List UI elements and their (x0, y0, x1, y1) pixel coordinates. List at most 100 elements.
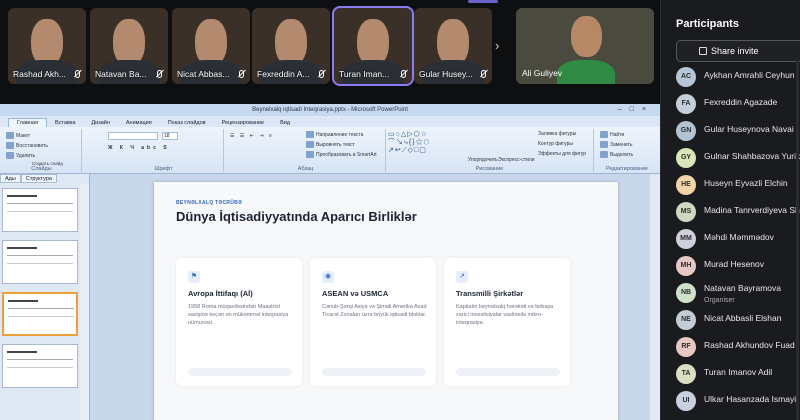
window-controls[interactable]: –□× (618, 104, 654, 116)
slide-title: Dünya İqtisadiyyatında Aparıcı Birliklər (176, 209, 417, 224)
participant-row[interactable]: MH Murad Hesenov (676, 251, 800, 278)
ribbon-find[interactable]: Найти (600, 131, 624, 138)
participant-row[interactable]: MM Məhdi Məmmədov (676, 224, 800, 251)
participant-row[interactable]: MS Madina Tanrverdiyeva Sh (676, 197, 800, 224)
avatar: MS (676, 202, 696, 222)
card-heading: Avropa İttifaqı (Aİ) (188, 289, 253, 298)
participant-row[interactable]: TA Turan Imanov Adil (676, 359, 800, 386)
participant-row[interactable]: HE Huseyn Eyvazli Elchin (676, 170, 800, 197)
tile-name: Natavan Ba... (95, 69, 147, 79)
participant-row[interactable]: UI Ulkar Hasanzada Ismayil (676, 386, 800, 413)
mic-muted-icon (481, 70, 486, 78)
ribbon-replace[interactable]: Заменить (600, 141, 632, 148)
avatar: MM (676, 229, 696, 249)
slide-scrollbar[interactable] (650, 174, 660, 420)
participant-name: Madina Tanrverdiyeva Sh (704, 205, 800, 215)
group-label: Редактирование (606, 166, 648, 172)
ribbon-tab[interactable]: Показ слайдов (160, 119, 214, 127)
mic-muted-icon (401, 70, 406, 78)
participant-name: Aykhan Amrahli Ceyhun (704, 70, 795, 80)
slide-thumbnail[interactable] (2, 240, 78, 284)
paragraph-buttons[interactable]: ☰ ☰ ⇤ ⇥ ≡ (230, 133, 274, 139)
tab-slides[interactable]: Ады (0, 174, 21, 183)
ribbon-select[interactable]: Выделить (600, 151, 633, 158)
ribbon-layout[interactable]: Макет (6, 132, 30, 139)
participant-video (31, 18, 63, 66)
slides-panel-scrollbar[interactable] (80, 184, 89, 420)
participants-list: AC Aykhan Amrahli Ceyhun FA Fexreddin Agaza… (676, 62, 800, 413)
mic-muted-icon (319, 70, 324, 78)
ribbon-tab[interactable]: Вставка (47, 119, 83, 127)
slide-card: ↗ Transmilli Şirkətlər Kapitalın beynəlx… (444, 258, 570, 386)
slide-thumbnail-selected[interactable] (2, 292, 78, 336)
participant-name: Fexreddin Agazade (704, 97, 778, 107)
font-size-select[interactable]: 18 (162, 132, 178, 140)
avatar: MH (676, 256, 696, 276)
slide-thumbnail[interactable] (2, 188, 78, 232)
ribbon-align-text[interactable]: Выровнять текст (306, 141, 355, 148)
participant-name: Turan Imanov Adil (704, 367, 773, 377)
participant-name: Huseyn Eyvazli Elchin (704, 178, 788, 188)
ribbon-shape-effects[interactable]: Эффекты для фигур (538, 151, 586, 157)
participant-name: Gulnar Shahbazova Yurik (704, 151, 800, 161)
slide-thumbnail[interactable] (2, 344, 78, 388)
participant-row[interactable]: GN Gular Huseynova Navai (676, 116, 800, 143)
participant-row[interactable]: AC Aykhan Amrahli Ceyhun (676, 62, 800, 89)
ribbon-tab[interactable]: Дизайн (83, 119, 118, 127)
slide-card: ⚑ Avropa İttifaqı (Aİ) 1958 Roma müqavil… (176, 258, 302, 386)
current-slide[interactable]: BEYNƏLXALQ TƏCRÜBƏ Dünya İqtisadiyyatınd… (154, 182, 618, 420)
participant-video (437, 18, 469, 66)
ribbon-shape-fill[interactable]: Заливка фигуры (538, 131, 576, 137)
video-tile[interactable]: Turan Iman... (332, 6, 414, 86)
participants-scrollbar[interactable] (796, 60, 799, 420)
video-tile[interactable]: Nicat Abbas... (172, 8, 250, 84)
ribbon-tab[interactable]: Главная (8, 118, 47, 127)
participant-row[interactable]: NB Natavan Bayramova Organiser (676, 278, 800, 305)
video-tile[interactable]: Natavan Ba... (90, 8, 168, 84)
participant-name: Məhdi Məmmədov (704, 232, 774, 242)
participant-row[interactable]: GY Gulnar Shahbazova Yurik (676, 143, 800, 170)
chevron-right-icon[interactable]: › (495, 38, 499, 53)
participant-name: Nicat Abbasli Elshan (704, 313, 782, 323)
ribbon-smartart[interactable]: Преобразовать в SmartArt (306, 151, 377, 158)
ribbon-tab[interactable]: Вид (272, 119, 298, 127)
mic-muted-icon (75, 70, 80, 78)
participant-role: Organiser (704, 297, 735, 304)
participant-row[interactable]: RF Rashad Akhundov Fuad (676, 332, 800, 359)
video-tile[interactable]: Gular Husey... (414, 8, 492, 84)
strip-scroll-indicator[interactable] (468, 0, 498, 3)
font-name-select[interactable] (108, 132, 158, 140)
tile-name: Fexreddin A... (257, 69, 310, 79)
card-heading: ASEAN və USMCA (322, 289, 389, 298)
video-tile[interactable]: Fexreddin A... (252, 8, 330, 84)
ribbon-group-paragraph: Направление текста Выровнять текст Преоб… (226, 129, 386, 172)
ribbon-tab[interactable]: Рецензирование (214, 119, 272, 127)
video-tile[interactable]: Rashad Akh... (8, 8, 86, 84)
participant-row[interactable]: NE Nicat Abbasli Elshan (676, 305, 800, 332)
ribbon-group-drawing: ▭○△▷⬠☆ ⌒↘⤷{}☆⬡ ↗↩⟋◇□▢ Упорядочить Экспресс… (386, 129, 594, 172)
tile-name: Gular Husey... (419, 69, 473, 79)
ribbon-tab[interactable]: Анимация (118, 119, 160, 127)
tab-outline[interactable]: Структура (20, 174, 57, 183)
card-heading: Transmilli Şirkətlər (456, 289, 524, 298)
participant-row[interactable]: FA Fexreddin Agazade (676, 89, 800, 116)
ribbon-text-direction[interactable]: Направление текста (306, 131, 363, 138)
avatar: FA (676, 94, 696, 114)
slide-card: ◉ ASEAN və USMCA Cənub-Şərqi Asiya və Şi… (310, 258, 436, 386)
video-strip: Rashad Akh... Natavan Ba... Nicat Abbas...… (0, 0, 660, 100)
share-invite-button[interactable]: Share invite (676, 40, 800, 62)
group-label: Рисование (475, 166, 504, 172)
share-invite-label: Share invite (711, 46, 759, 56)
shapes-gallery[interactable]: ▭○△▷⬠☆ ⌒↘⤷{}☆⬡ ↗↩⟋◇□▢ (388, 131, 452, 161)
ribbon-shape-outline[interactable]: Контур фигуры (538, 141, 573, 147)
ribbon-quick-styles[interactable]: Экспресс-стили (498, 157, 535, 163)
ribbon-delete[interactable]: Удалить (6, 152, 35, 159)
featured-video-tile[interactable]: Ali Guliyev (516, 8, 654, 84)
ribbon-reset[interactable]: Восстановить (6, 142, 48, 149)
chart-up-icon: ↗ (456, 271, 468, 283)
ribbon-arrange[interactable]: Упорядочить (468, 157, 498, 163)
font-format-buttons[interactable]: Ж К Ч abc S (108, 145, 170, 151)
card-body: Cənub-Şərqi Asiya və Şimali Amerika Azad… (322, 304, 427, 318)
card-body: 1958 Roma müqaviləsindən Maastrixt saziş… (188, 304, 289, 326)
avatar: GY (676, 148, 696, 168)
